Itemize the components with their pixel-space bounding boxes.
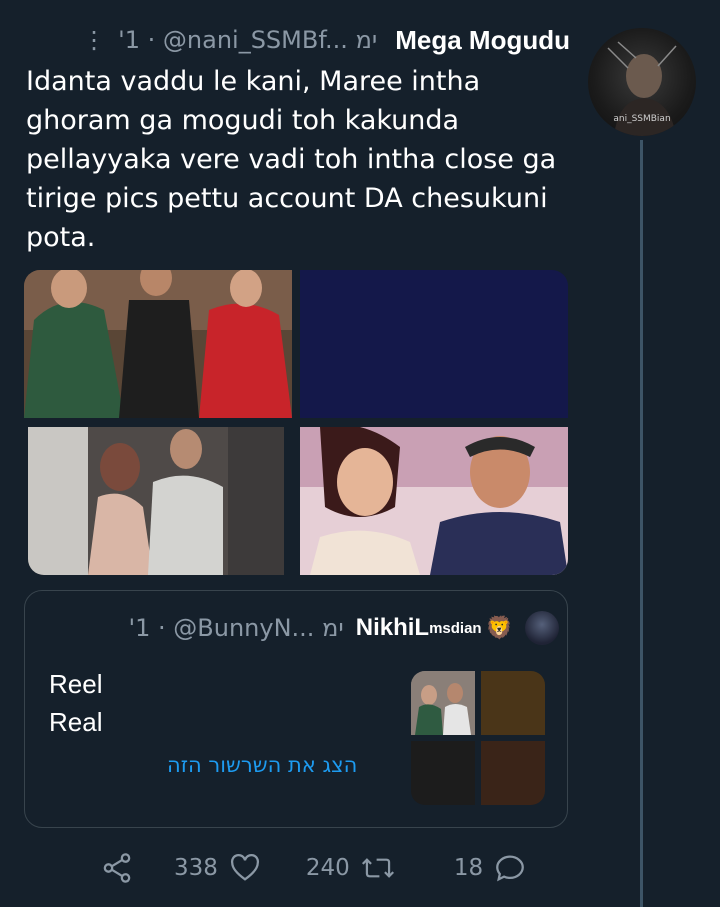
retweet-button[interactable]: 240 <box>306 851 396 885</box>
quoted-author-avatar <box>525 611 559 645</box>
retweet-count: 240 <box>305 855 350 881</box>
quoted-media-4 <box>481 741 545 805</box>
show-thread-link[interactable]: הצג את השרשור הזה <box>167 753 357 777</box>
tweet-meta[interactable]: '1 · @nani_SSMBf... ימ <box>118 26 377 54</box>
quoted-tweet-text: Reel Real <box>49 665 102 741</box>
share-icon <box>103 853 131 883</box>
quoted-tweet-meta: '1 · @BunnyN... ימ <box>128 614 344 642</box>
tweet-photo-1[interactable] <box>24 270 292 418</box>
tweet-header: ⋮ '1 · @nani_SSMBf... ימ Mega Mogudu <box>30 22 570 58</box>
quoted-media-2 <box>481 671 545 735</box>
quoted-author-name-superscript: msdian <box>429 619 482 637</box>
reply-button[interactable]: 18 <box>454 851 527 885</box>
tweet-photo-2[interactable] <box>300 270 568 418</box>
lion-emoji-icon: 🦁 <box>485 615 513 641</box>
quoted-media-1 <box>411 671 475 735</box>
retweet-icon <box>361 858 394 878</box>
quoted-text-line-1: Reel <box>49 669 103 699</box>
quoted-author-name: NikhiL <box>355 614 430 641</box>
quoted-text-line-2: Real <box>49 707 103 737</box>
heart-icon <box>230 853 259 881</box>
avatar-caption: ani_SSMBian <box>613 114 671 124</box>
quoted-media-3 <box>411 741 475 805</box>
like-button[interactable]: 338 <box>174 851 262 885</box>
reply-icon <box>496 855 524 882</box>
author-display-name[interactable]: Mega Mogudu <box>395 25 570 56</box>
thread-line <box>640 140 643 907</box>
tweet-photo-3[interactable] <box>28 427 284 575</box>
reply-count: 18 <box>453 855 484 881</box>
tweet-photo-4[interactable] <box>300 427 568 575</box>
tweet-text: Idanta vaddu le kani, Maree intha ghoram… <box>26 66 557 253</box>
quoted-tweet-media <box>411 671 545 805</box>
author-avatar[interactable]: ani_SSMBian <box>588 28 696 136</box>
more-options-icon[interactable]: ⋮ <box>82 26 106 54</box>
like-count: 338 <box>174 855 218 881</box>
share-button[interactable] <box>100 851 134 885</box>
tweet-actions: 338 240 18 <box>100 848 580 888</box>
quoted-tweet[interactable]: '1 · @BunnyN... ימ NikhiL msdian 🦁 Reel … <box>24 590 568 828</box>
quoted-tweet-header: '1 · @BunnyN... ימ NikhiL msdian 🦁 <box>39 611 559 645</box>
